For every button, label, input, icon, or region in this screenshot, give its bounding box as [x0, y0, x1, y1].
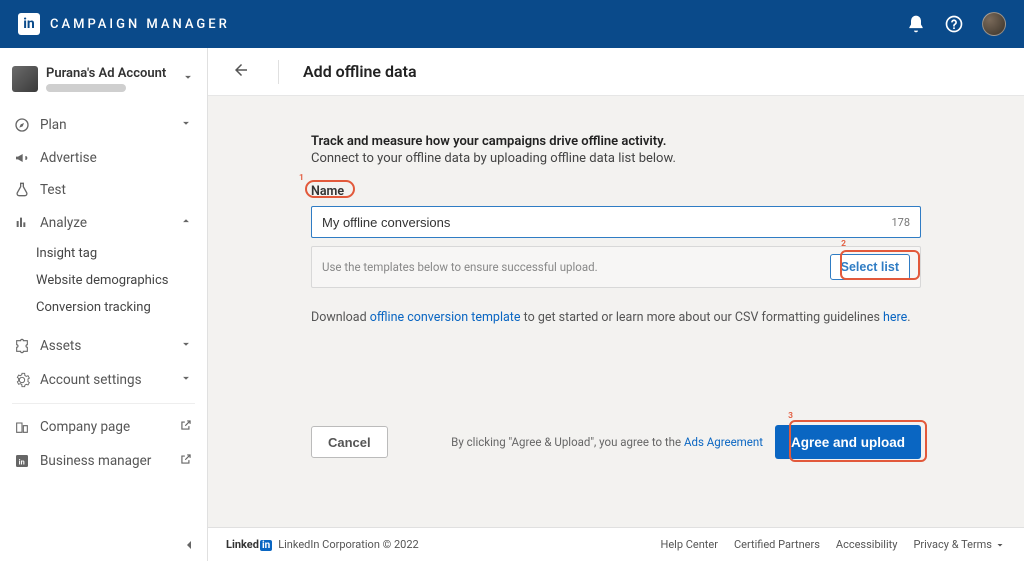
megaphone-icon: [14, 150, 30, 166]
annotation-number-3: 3: [788, 411, 793, 421]
char-counter: 178: [891, 216, 910, 229]
sidebar-label: Account settings: [40, 372, 169, 388]
ads-agreement-link[interactable]: Ads Agreement: [684, 435, 763, 449]
sidebar-item-business-manager[interactable]: in Business manager: [0, 444, 207, 478]
collapse-sidebar-button[interactable]: [181, 537, 197, 557]
sidebar-sub-insight-tag[interactable]: Insight tag: [0, 240, 207, 267]
footer-link-accessibility[interactable]: Accessibility: [836, 538, 898, 551]
agree-upload-button[interactable]: Agree and upload: [775, 425, 921, 459]
sidebar-label: Advertise: [40, 150, 193, 166]
help-icon[interactable]: [944, 14, 964, 34]
sidebar-label: Business manager: [40, 453, 169, 469]
sidebar-label: Plan: [40, 117, 169, 133]
account-switcher[interactable]: Purana's Ad Account: [0, 60, 207, 104]
action-bar: Cancel By clicking "Agree & Upload", you…: [311, 425, 921, 489]
annotation-number-1: 1: [299, 173, 304, 183]
global-header: in CAMPAIGN MANAGER: [0, 0, 1024, 48]
sidebar-item-analyze[interactable]: Analyze: [0, 206, 207, 240]
chevron-down-icon: [992, 538, 1006, 551]
annotation-number-2: 2: [841, 239, 846, 249]
sidebar-item-test[interactable]: Test: [0, 174, 207, 206]
brand: in CAMPAIGN MANAGER: [18, 13, 230, 35]
text: .: [907, 310, 910, 325]
account-subline-placeholder: [46, 84, 126, 92]
svg-text:in: in: [19, 457, 25, 466]
sidebar-item-advertise[interactable]: Advertise: [0, 142, 207, 174]
download-line: Download offline conversion template to …: [311, 310, 921, 325]
name-input[interactable]: [322, 215, 891, 230]
intro-subtext: Connect to your offline data by uploadin…: [311, 151, 921, 166]
flask-icon: [14, 182, 30, 198]
back-button[interactable]: [232, 61, 250, 83]
sidebar-sub-conversion-tracking[interactable]: Conversion tracking: [0, 294, 207, 321]
page-title: Add offline data: [303, 62, 417, 81]
sidebar-label: Test: [40, 182, 193, 198]
bar-chart-icon: [14, 215, 30, 231]
footer-link-help[interactable]: Help Center: [660, 538, 718, 551]
footer-link-privacy[interactable]: Privacy & Terms: [913, 538, 1006, 551]
guidelines-here-link[interactable]: here: [883, 310, 907, 325]
copyright: LinkedIn Corporation © 2022: [278, 538, 419, 551]
sidebar-label: Analyze: [40, 215, 169, 231]
chevron-down-icon: [179, 337, 193, 355]
sidebar-item-account-settings[interactable]: Account settings: [0, 363, 207, 397]
sidebar-label: Company page: [40, 419, 169, 435]
sidebar-sub-website-demographics[interactable]: Website demographics: [0, 267, 207, 294]
building-icon: [14, 419, 30, 435]
name-field-label: Name: [311, 184, 344, 199]
text: By clicking "Agree & Upload", you agree …: [451, 435, 684, 449]
sidebar: Purana's Ad Account Plan Advertise Test: [0, 48, 208, 561]
notifications-icon[interactable]: [906, 14, 926, 34]
footer-link-partners[interactable]: Certified Partners: [734, 538, 820, 551]
sidebar-item-company-page[interactable]: Company page: [0, 410, 207, 444]
app-name: CAMPAIGN MANAGER: [50, 17, 230, 32]
upload-hint: Use the templates below to ensure succes…: [322, 260, 820, 274]
sidebar-item-assets[interactable]: Assets: [0, 329, 207, 363]
external-link-icon: [179, 418, 193, 436]
sidebar-item-plan[interactable]: Plan: [0, 108, 207, 142]
page-footer: Linkedin LinkedIn Corporation © 2022 Hel…: [208, 527, 1024, 561]
gear-icon: [14, 372, 30, 388]
external-link-icon: [179, 452, 193, 470]
cancel-button[interactable]: Cancel: [311, 426, 388, 458]
chevron-up-icon: [179, 214, 193, 232]
linkedin-wordmark: Linkedin: [226, 538, 272, 551]
upload-box: Use the templates below to ensure succes…: [311, 246, 921, 288]
page-header: Add offline data: [208, 48, 1024, 96]
linkedin-logo-icon: in: [18, 13, 40, 35]
account-avatar: [12, 66, 38, 92]
text: Download: [311, 310, 370, 325]
download-template-link[interactable]: offline conversion template: [370, 310, 521, 325]
text: to get started or learn more about our C…: [521, 310, 884, 325]
chevron-down-icon: [179, 116, 193, 134]
linkedin-icon: in: [14, 453, 30, 469]
chevron-down-icon: [179, 371, 193, 389]
compass-icon: [14, 117, 30, 133]
sidebar-label: Assets: [40, 338, 169, 354]
puzzle-icon: [14, 338, 30, 354]
select-list-button[interactable]: Select list: [830, 254, 910, 280]
chevron-down-icon: [181, 70, 195, 88]
profile-avatar[interactable]: [982, 12, 1006, 36]
intro-heading: Track and measure how your campaigns dri…: [311, 134, 921, 149]
name-input-wrapper: 178: [311, 206, 921, 238]
main-area: Add offline data Track and measure how y…: [208, 48, 1024, 561]
agree-text: By clicking "Agree & Upload", you agree …: [451, 435, 763, 449]
account-name: Purana's Ad Account: [46, 66, 173, 81]
